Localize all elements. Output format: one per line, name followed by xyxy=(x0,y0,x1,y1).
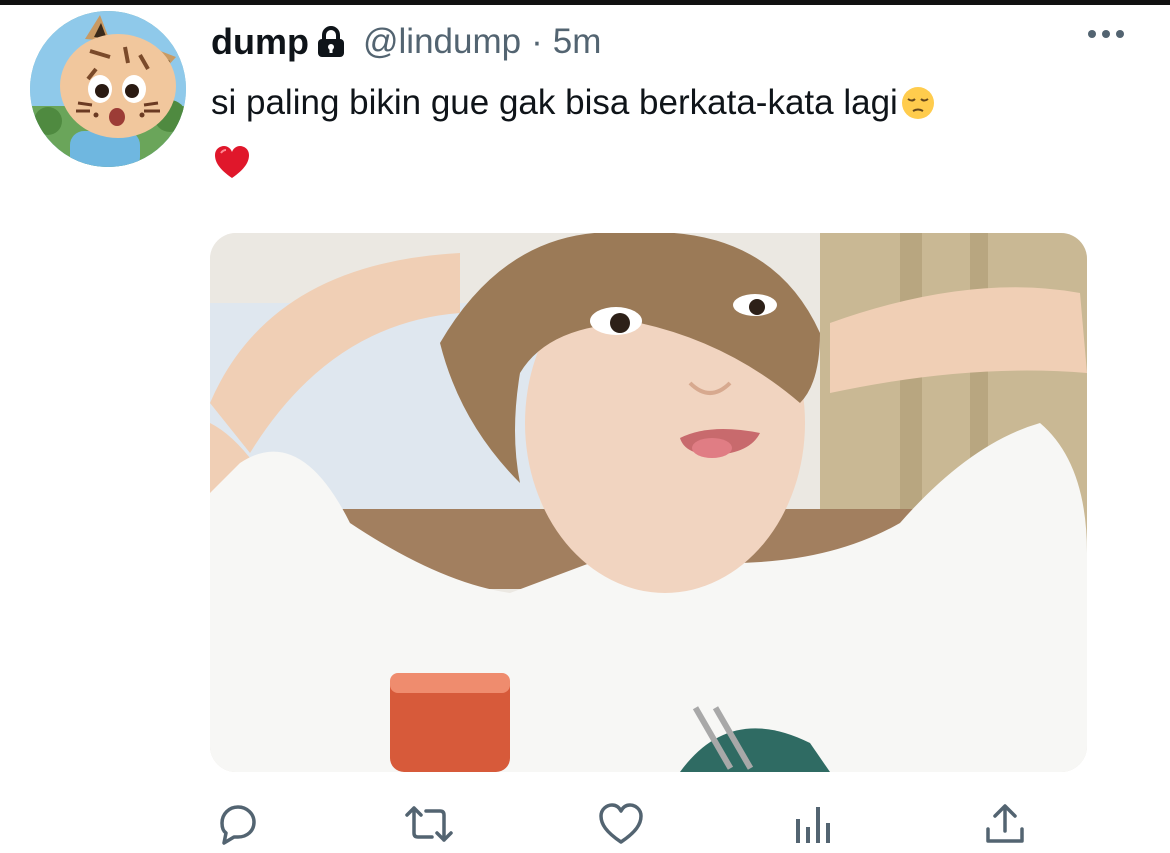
avatar[interactable] xyxy=(30,11,186,167)
display-name[interactable]: dump xyxy=(211,21,309,63)
reply-icon xyxy=(214,801,260,847)
like-button[interactable] xyxy=(597,795,645,853)
more-dots-icon[interactable] xyxy=(1088,30,1124,38)
tweet-text: si paling bikin gue gak bisa berkata-kat… xyxy=(211,83,898,122)
tweet-actions-bar xyxy=(0,795,1170,853)
share-button[interactable] xyxy=(982,795,1028,853)
retweet-button[interactable] xyxy=(401,795,457,853)
tweet-media-image[interactable] xyxy=(210,233,1087,772)
reply-button[interactable] xyxy=(214,795,260,853)
tweet-text-line: si paling bikin gue gak bisa berkata-kat… xyxy=(211,80,935,126)
analytics-icon xyxy=(792,801,834,847)
top-border xyxy=(0,0,1170,5)
separator: · xyxy=(531,22,543,61)
retweet-icon xyxy=(401,801,457,847)
tweet-header: dump @lindump · 5m xyxy=(211,18,601,66)
lock-icon xyxy=(317,26,345,58)
views-button[interactable] xyxy=(792,795,834,853)
pensive-face-icon xyxy=(901,86,935,120)
red-heart-icon xyxy=(213,144,251,187)
handle[interactable]: @lindump xyxy=(363,22,521,62)
heart-outline-icon xyxy=(597,801,645,847)
timestamp[interactable]: 5m xyxy=(553,22,602,62)
share-icon xyxy=(982,801,1028,847)
